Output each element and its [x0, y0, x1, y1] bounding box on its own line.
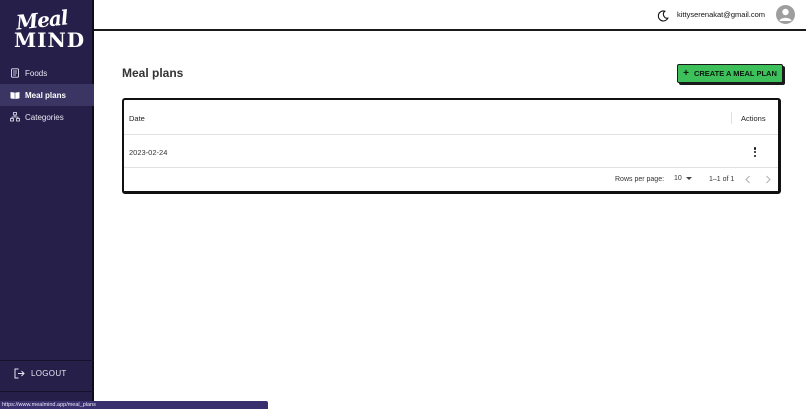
- sidebar-item-label: Foods: [25, 68, 48, 78]
- create-meal-plan-label: CREATE A MEAL PLAN: [693, 69, 777, 78]
- app-logo[interactable]: Meal MIND: [12, 5, 86, 52]
- status-bar-url: https://www.mealmind.app/meal_plans: [0, 401, 268, 409]
- rows-per-page-value: 10: [674, 175, 682, 182]
- sidebar: Meal MIND Foods Meal plans Categories LO…: [0, 0, 94, 409]
- sidebar-item-meal-plans[interactable]: Meal plans: [0, 84, 94, 106]
- chevron-down-icon: [685, 176, 692, 180]
- column-header-date[interactable]: Date: [129, 114, 145, 123]
- table-pagination: Rows per page: 10 1–1 of 1: [124, 168, 778, 192]
- chevron-left-icon[interactable]: [744, 175, 752, 184]
- plus-icon: +: [683, 68, 689, 79]
- rows-per-page-select[interactable]: 10: [674, 175, 692, 182]
- sidebar-item-foods[interactable]: Foods: [0, 62, 94, 84]
- sidebar-item-label: Meal plans: [25, 90, 66, 100]
- document-icon: [10, 68, 20, 78]
- top-bar: kittyserenakat@gmail.com: [94, 0, 806, 31]
- pagination-range: 1–1 of 1: [709, 176, 735, 183]
- column-header-actions: Actions: [741, 114, 766, 123]
- row-date-cell: 2023-02-24: [129, 148, 168, 157]
- logout-icon: [14, 368, 25, 379]
- column-separator: [731, 112, 732, 124]
- logout-label: LOGOUT: [31, 369, 67, 378]
- sidebar-item-label: Categories: [25, 112, 64, 122]
- book-icon: [10, 90, 20, 100]
- create-meal-plan-button[interactable]: + CREATE A MEAL PLAN: [677, 64, 783, 83]
- page-title: Meal plans: [122, 66, 184, 80]
- sidebar-divider: [0, 391, 94, 392]
- logo-line2: MIND: [14, 28, 86, 52]
- sidebar-item-categories[interactable]: Categories: [0, 106, 94, 128]
- hierarchy-icon: [10, 112, 20, 122]
- rows-per-page-label: Rows per page:: [615, 176, 665, 183]
- theme-toggle-button[interactable]: [657, 9, 669, 22]
- table-row[interactable]: 2023-02-24: [124, 135, 778, 168]
- sidebar-divider: [0, 360, 94, 361]
- logout-button[interactable]: LOGOUT: [14, 368, 67, 379]
- user-avatar-icon[interactable]: [776, 5, 795, 24]
- user-email: kittyserenakat@gmail.com: [677, 10, 766, 19]
- more-vert-icon[interactable]: [750, 146, 760, 158]
- moon-icon: [657, 10, 669, 22]
- table-header: Date Actions: [124, 100, 778, 135]
- chevron-right-icon[interactable]: [764, 175, 772, 184]
- meal-plans-table: Date Actions 2023-02-24 Rows per page: 1…: [122, 98, 781, 194]
- sidebar-nav: Foods Meal plans Categories: [0, 62, 94, 128]
